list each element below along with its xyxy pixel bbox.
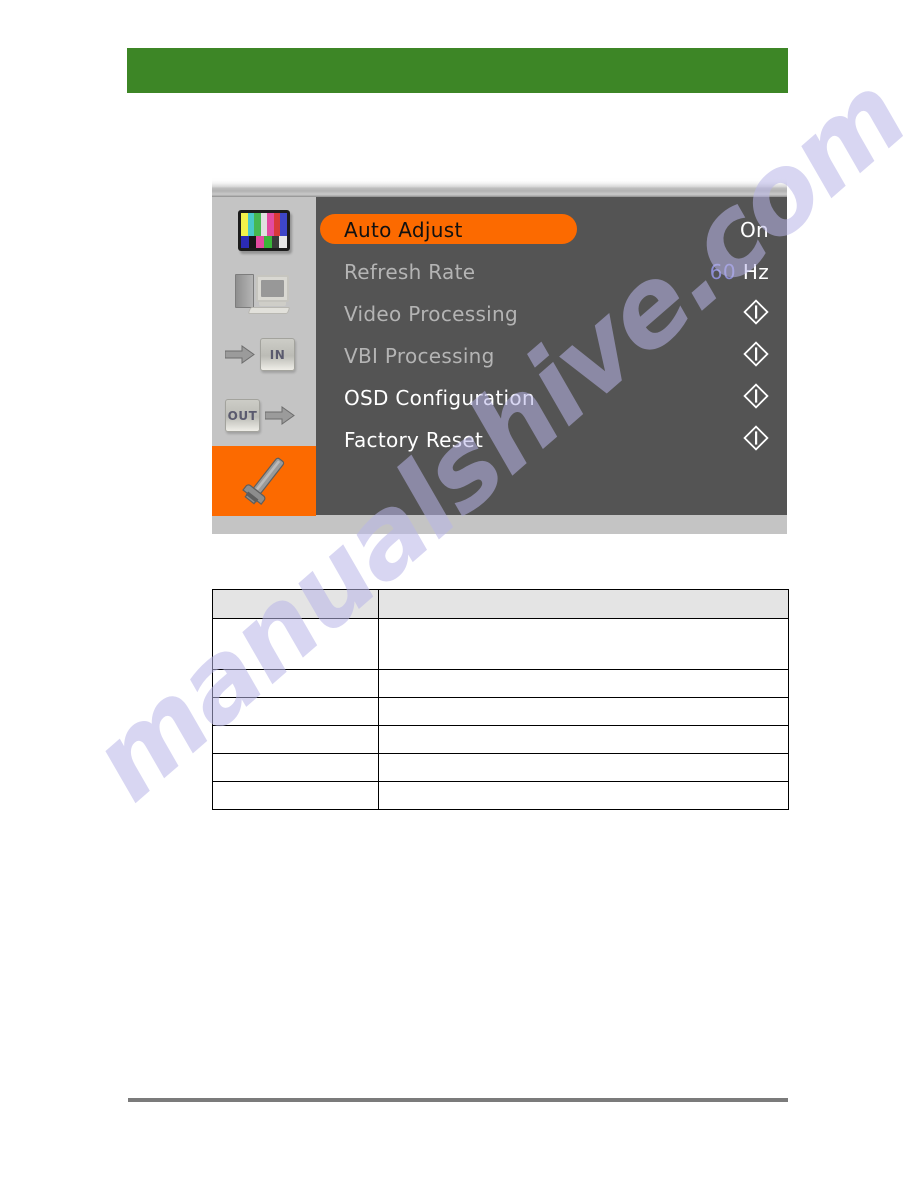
arrow-right-icon xyxy=(265,406,295,425)
sidebar-item-tools[interactable] xyxy=(212,446,316,516)
table-header-row xyxy=(212,589,789,619)
table-cell xyxy=(378,669,789,698)
table-row xyxy=(212,781,789,810)
enter-diamond-icon[interactable] xyxy=(743,298,769,330)
enter-diamond-icon[interactable] xyxy=(743,382,769,414)
table-row xyxy=(212,725,789,754)
sidebar-item-picture[interactable] xyxy=(212,197,316,263)
table-header-cell xyxy=(212,589,379,619)
menu-item-label: Video Processing xyxy=(344,302,518,326)
menu-item-label: VBI Processing xyxy=(344,344,495,368)
table-cell xyxy=(212,669,379,698)
table-cell xyxy=(378,725,789,754)
menu-item-label: OSD Configuration xyxy=(344,386,535,410)
input-port-box: IN xyxy=(260,338,295,371)
refresh-rate-number: 60 xyxy=(709,260,736,284)
sidebar-item-computer[interactable] xyxy=(212,263,316,324)
enter-diamond-icon[interactable] xyxy=(743,424,769,456)
menu-item-label: Factory Reset xyxy=(344,428,484,452)
table-row xyxy=(212,618,789,670)
menu-item-auto-adjust[interactable]: Auto Adjust On xyxy=(316,209,787,251)
menu-item-value[interactable]: 60 Hz xyxy=(710,260,769,284)
menu-item-osd-configuration[interactable]: OSD Configuration xyxy=(316,377,787,419)
osd-sidebar: IN OUT xyxy=(212,197,316,534)
table-row xyxy=(212,697,789,726)
menu-item-value[interactable]: On xyxy=(740,218,769,242)
sidebar-item-output[interactable]: OUT xyxy=(212,385,316,446)
table-row xyxy=(212,753,789,782)
table-header-cell xyxy=(378,589,789,619)
menu-item-factory-reset[interactable]: Factory Reset xyxy=(316,419,787,461)
sidebar-item-input[interactable]: IN xyxy=(212,324,316,385)
table-cell xyxy=(378,753,789,782)
section-header-bar xyxy=(127,48,788,93)
footer-divider xyxy=(128,1098,788,1102)
wrench-icon xyxy=(234,452,294,510)
table-cell xyxy=(378,618,789,670)
menu-item-refresh-rate[interactable]: Refresh Rate 60 Hz xyxy=(316,251,787,293)
osd-menu-list: Auto Adjust On Refresh Rate 60 Hz Video P… xyxy=(316,197,787,515)
table-cell xyxy=(212,725,379,754)
osd-titlebar xyxy=(212,178,787,197)
table-cell xyxy=(212,753,379,782)
osd-body: IN OUT Auto Adjust On Refresh Rate 60 Hz… xyxy=(212,197,787,534)
refresh-rate-unit: Hz xyxy=(742,260,769,284)
output-port-icon: OUT xyxy=(225,395,303,437)
table-cell xyxy=(212,781,379,810)
menu-item-vbi-processing[interactable]: VBI Processing xyxy=(316,335,787,377)
table-cell xyxy=(378,697,789,726)
table-cell xyxy=(212,697,379,726)
enter-diamond-icon[interactable] xyxy=(743,340,769,372)
input-port-label: IN xyxy=(269,347,286,362)
table-row xyxy=(212,669,789,698)
tv-test-pattern-icon xyxy=(238,209,290,251)
arrow-right-icon xyxy=(225,345,255,364)
menu-item-video-processing[interactable]: Video Processing xyxy=(316,293,787,335)
output-port-label: OUT xyxy=(227,408,258,423)
menu-item-label: Auto Adjust xyxy=(344,218,463,242)
table-cell xyxy=(378,781,789,810)
output-port-box: OUT xyxy=(225,399,260,432)
computer-icon xyxy=(235,272,293,316)
menu-item-label: Refresh Rate xyxy=(344,260,476,284)
osd-screenshot: IN OUT Auto Adjust On Refresh Rate 60 Hz… xyxy=(212,178,787,534)
description-table xyxy=(212,589,789,810)
table-cell xyxy=(212,618,379,670)
input-port-icon: IN xyxy=(225,334,303,376)
